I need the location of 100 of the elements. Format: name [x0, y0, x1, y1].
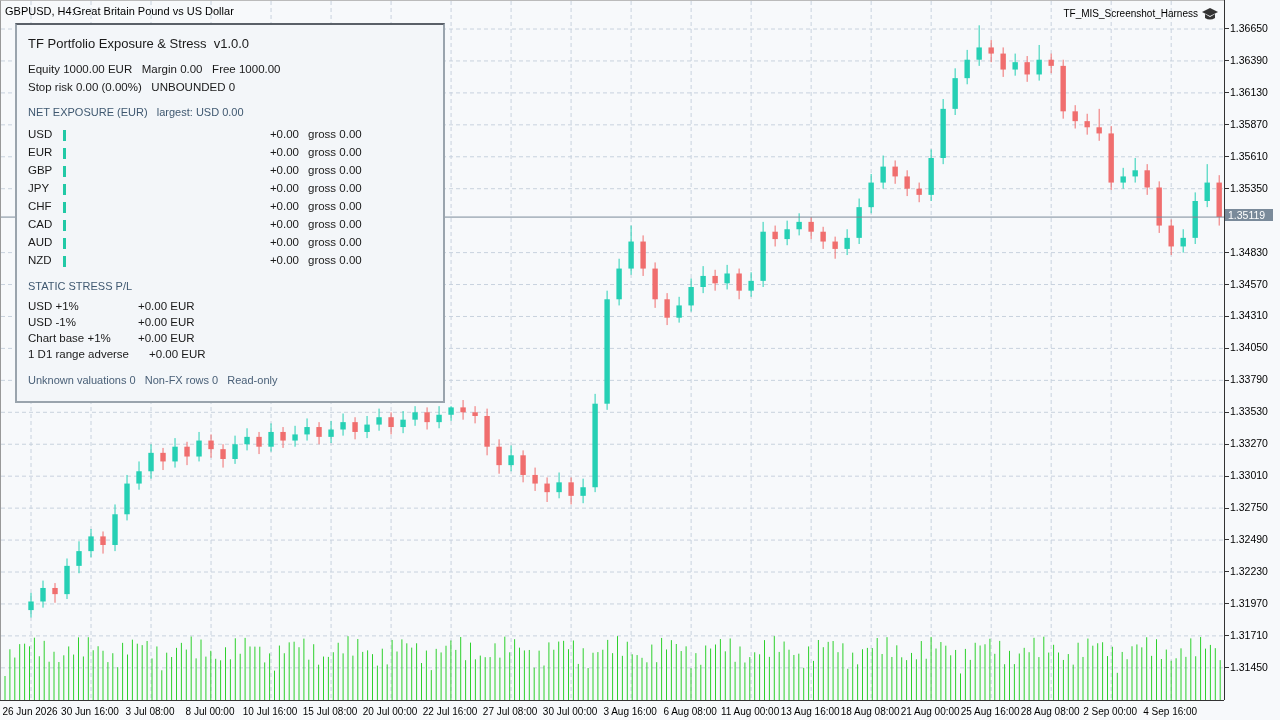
candle [544, 476, 550, 503]
candle [1036, 44, 1042, 82]
stress-scenario: Chart base +1% [28, 330, 112, 346]
candle [892, 159, 898, 185]
price-label: 1.34830 [1230, 244, 1268, 260]
candle [652, 261, 658, 309]
candle [520, 449, 526, 483]
time-label: 13 Aug 16:00 [780, 705, 840, 719]
time-label: 21 Aug 00:00 [900, 705, 960, 719]
gross-exposure: gross 0.00 [308, 145, 362, 161]
gross-exposure: gross 0.00 [308, 235, 362, 251]
candle [1000, 46, 1006, 78]
stress-pl: +0.00 EUR [138, 330, 195, 346]
time-label: 3 Aug 16:00 [603, 705, 657, 719]
candle [568, 476, 574, 505]
candle [76, 540, 82, 574]
price-label: 1.31710 [1230, 627, 1268, 643]
candle [976, 24, 982, 67]
candle [136, 460, 142, 491]
candle [580, 478, 586, 504]
candle [844, 228, 850, 256]
net-exposure: +0.00 [268, 163, 299, 179]
exposure-bar [63, 183, 66, 195]
candle [640, 234, 646, 277]
candle [208, 433, 214, 459]
gross-exposure: gross 0.00 [308, 181, 362, 197]
candle [964, 49, 970, 85]
candle [988, 39, 994, 63]
gross-exposure: gross 0.00 [308, 253, 362, 269]
time-label: 22 Jul 16:00 [422, 705, 478, 719]
candle [280, 426, 286, 449]
candle [712, 269, 718, 292]
candle [1024, 55, 1030, 83]
price-label: 1.31450 [1230, 659, 1268, 675]
candle [1204, 163, 1210, 208]
candle [52, 582, 58, 604]
net-exposure: +0.00 [268, 217, 299, 233]
candle [88, 528, 94, 558]
candle [1180, 228, 1186, 254]
price-label: 1.34310 [1230, 308, 1268, 324]
currency-code: JPY [28, 181, 51, 197]
candle [1012, 53, 1018, 77]
candle [496, 438, 502, 475]
gross-exposure: gross 0.00 [308, 163, 362, 179]
price-label: 1.36130 [1230, 84, 1268, 100]
candle [412, 405, 418, 427]
account-summary: Equity 1000.00 EUR Margin 0.00 Free 1000.00 [28, 61, 282, 77]
price-label: 1.33010 [1230, 468, 1268, 484]
price-label: 1.31970 [1230, 595, 1268, 611]
candle [616, 258, 622, 306]
currency-code: NZD [28, 253, 53, 269]
candle [856, 198, 862, 245]
candle [400, 410, 406, 434]
exposure-bar [63, 219, 66, 231]
candle [100, 530, 106, 555]
candle [220, 443, 226, 469]
price-label: 1.32750 [1230, 500, 1268, 516]
candle [304, 417, 310, 442]
candle [784, 220, 790, 246]
candle [508, 444, 514, 472]
candle [28, 592, 34, 618]
price-label: 1.32490 [1230, 532, 1268, 548]
currency-code: EUR [28, 145, 54, 161]
candle [940, 98, 946, 165]
candle [880, 155, 886, 190]
net-exposure: +0.00 [268, 253, 299, 269]
candle [292, 425, 298, 448]
gross-exposure: gross 0.00 [308, 127, 362, 143]
candle [532, 467, 538, 492]
time-label: 28 Aug 08:00 [1020, 705, 1080, 719]
candle [556, 472, 562, 499]
candle [448, 405, 454, 422]
price-label: 1.36650 [1230, 21, 1268, 36]
candle [736, 268, 742, 300]
graduation-cap-icon[interactable] [1202, 7, 1218, 20]
net-exposure: +0.00 [268, 199, 299, 215]
net-exposure: +0.00 [268, 145, 299, 161]
candle [1084, 113, 1090, 136]
candle [928, 148, 934, 202]
panel-title: TF Portfolio Exposure & Stress v1.0.0 [28, 35, 251, 53]
time-label: 18 Aug 08:00 [840, 705, 900, 719]
candle [40, 580, 46, 609]
gross-exposure: gross 0.00 [308, 217, 362, 233]
stress-pl: +0.00 EUR [138, 314, 195, 330]
price-label: 1.35870 [1230, 116, 1268, 132]
candle [1072, 104, 1078, 129]
candle [1144, 163, 1150, 196]
exposure-bar [63, 165, 66, 177]
price-label: 1.33530 [1230, 404, 1268, 420]
candle [172, 437, 178, 469]
candle [148, 443, 154, 480]
candle [796, 212, 802, 236]
time-label: 4 Sep 16:00 [1143, 705, 1198, 719]
candle [676, 296, 682, 324]
price-label: 1.34570 [1230, 276, 1268, 292]
price-label: 1.36390 [1230, 52, 1268, 68]
candle [256, 431, 262, 455]
candle [460, 399, 466, 421]
time-label: 6 Aug 08:00 [663, 705, 717, 719]
currency-code: CAD [28, 217, 54, 233]
